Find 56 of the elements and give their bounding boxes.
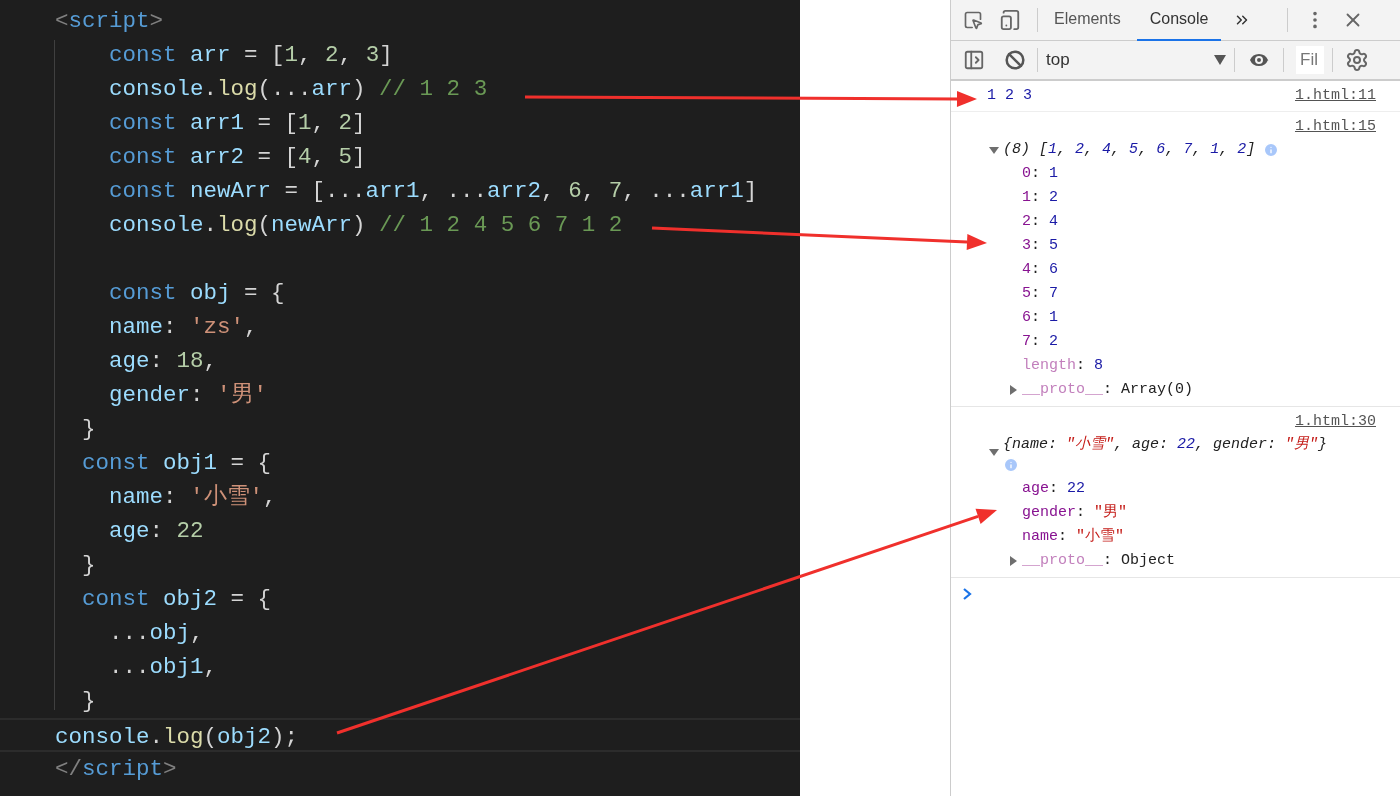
property-row[interactable]: __proto__: Array(0) <box>1022 378 1194 402</box>
property-row-text: name: "小雪" <box>1022 526 1125 547</box>
code-line: } <box>81 552 96 578</box>
code-line: const obj = { <box>108 280 285 306</box>
code-line: const arr = [1, 2, 3] <box>108 42 393 68</box>
code-line: } <box>81 416 96 442</box>
array-summary[interactable]: (8) [1, 2, 4, 5, 6, 7, 1, 2] <box>1003 138 1256 162</box>
expand-triangle-icon[interactable] <box>1008 556 1018 566</box>
code-line: <script> <box>55 8 164 34</box>
code-line: name: '小雪', <box>108 484 277 510</box>
devtools-tab[interactable]: Elements <box>1041 0 1134 41</box>
log-output: 1 2 3 <box>987 85 1032 106</box>
settings-icon[interactable] <box>1345 48 1369 72</box>
code-line: console.log(...arr) // 1 2 3 <box>108 76 488 102</box>
code-line: ...obj, <box>108 620 204 646</box>
code-line: age: 22 <box>108 518 204 544</box>
clear-console-icon[interactable] <box>1005 50 1025 70</box>
code-line: const arr2 = [4, 5] <box>108 144 366 170</box>
property-row-text: age: 22 <box>1022 479 1086 499</box>
code-line: ...obj1, <box>108 654 218 680</box>
property-row-text: 6: 1 <box>1022 308 1059 328</box>
property-row-text: 2: 4 <box>1022 212 1059 232</box>
code-line: console.log(newArr) // 1 2 4 5 6 7 1 2 <box>108 212 623 238</box>
source-link[interactable]: 1.html:30 <box>1295 410 1376 433</box>
code-line: </script> <box>55 756 177 782</box>
context-dropdown[interactable]: top <box>1038 44 1234 76</box>
code-line: const newArr = [...arr1, ...arr2, 6, 7, ...arr1] <box>108 178 758 204</box>
code-line: name: 'zs', <box>108 314 258 340</box>
property-row[interactable]: __proto__: Object <box>1022 549 1176 573</box>
object-summary[interactable]: {name: "小雪", age: 22, gender: "男"} <box>1003 433 1328 457</box>
source-link[interactable]: 1.html:11 <box>1295 84 1376 108</box>
property-row-text: 4: 6 <box>1022 260 1059 280</box>
code-line: const obj1 = { <box>81 450 272 476</box>
sidebar-toggle-icon[interactable] <box>963 49 985 71</box>
code-line: console.log(obj2); <box>55 724 299 750</box>
code-line: const arr1 = [1, 2] <box>108 110 366 136</box>
property-row-text: 5: 7 <box>1022 284 1059 304</box>
device-toolbar-icon[interactable] <box>999 9 1021 31</box>
dropdown-triangle-icon <box>1214 55 1226 65</box>
source-link[interactable]: 1.html:15 <box>1295 115 1376 138</box>
expand-triangle-icon[interactable] <box>989 145 999 155</box>
code-line: age: 18, <box>108 348 218 374</box>
property-row-text: 0: 1 <box>1022 164 1059 184</box>
property-row-text: length: 8 <box>1022 356 1104 376</box>
prompt-chevron-icon[interactable] <box>963 588 972 600</box>
property-row-text: gender: "男" <box>1022 503 1128 523</box>
expand-triangle-icon[interactable] <box>989 447 999 457</box>
code-line: gender: '男' <box>108 382 268 408</box>
expand-triangle-icon[interactable] <box>1008 385 1018 395</box>
inspect-icon[interactable] <box>963 10 983 30</box>
property-row-text: 3: 5 <box>1022 236 1059 256</box>
code-line: const obj2 = { <box>81 586 272 612</box>
filter-field[interactable]: Fil <box>1296 46 1324 74</box>
code-line: } <box>81 688 96 714</box>
property-row-text: 7: 2 <box>1022 332 1059 352</box>
property-row-text: 1: 2 <box>1022 188 1059 208</box>
